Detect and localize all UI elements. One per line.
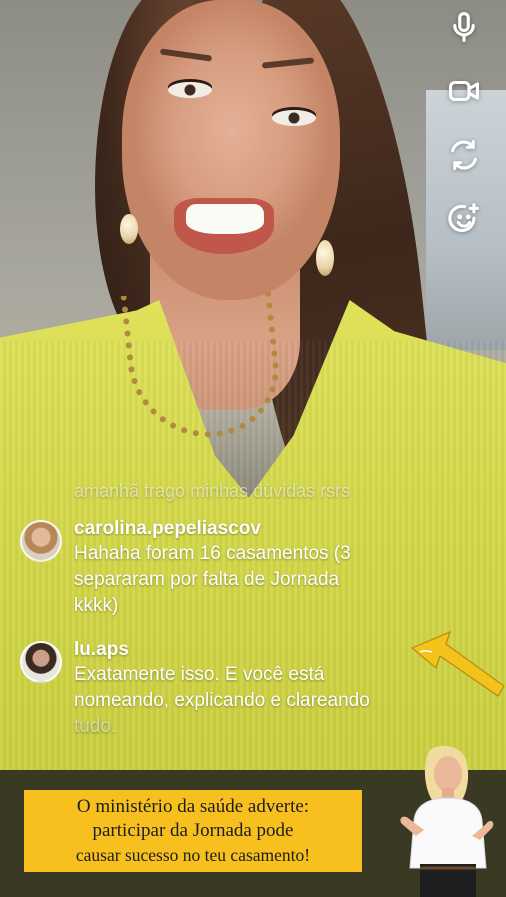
comment-text-line: Hahaha foram 16 casamentos (3 [74, 543, 351, 564]
comment-body: lu.aps Exatamente isso. E você está nome… [74, 639, 370, 739]
left-earring [120, 214, 138, 244]
comment-text-line: Exatamente isso. E você está [74, 664, 325, 685]
arrow-sticker [410, 630, 505, 697]
previous-comment: amanhã trago minhas dúvidas rsrs [74, 481, 351, 501]
interpreter-figure [400, 745, 494, 897]
left-eye [168, 82, 212, 98]
face [122, 0, 340, 300]
caption-line-1: O ministério da saúde adverte: [76, 796, 310, 817]
comment-body: carolina.pepeliascov Hahaha foram 16 cas… [74, 518, 351, 618]
comment-username[interactable]: carolina.pepeliascov [74, 518, 351, 540]
comment-text-line: tudo. [74, 716, 117, 737]
microphone-icon[interactable] [445, 8, 483, 46]
warning-caption: O ministério da saúde adverte: participa… [24, 790, 362, 872]
comment-username[interactable]: lu.aps [74, 639, 370, 661]
comment-text-line: nomeando, explicando e clareando [74, 690, 370, 711]
video-camera-icon[interactable] [445, 72, 483, 110]
right-eye [272, 110, 316, 126]
comment-item: carolina.pepeliascov Hahaha foram 16 cas… [20, 518, 440, 618]
avatar[interactable] [20, 641, 62, 683]
caption-line-3: causar sucesso no teu casamento! [75, 845, 311, 865]
comment-item: lu.aps Exatamente isso. E você está nome… [20, 639, 440, 739]
caption-line-2: participar da Jornada pode [92, 820, 294, 841]
flip-camera-icon[interactable] [445, 136, 483, 174]
teeth [186, 204, 264, 234]
right-earring [316, 240, 334, 276]
comment-text-line: separaram por falta de Jornada [74, 569, 340, 590]
avatar[interactable] [20, 520, 62, 562]
live-controls [444, 8, 484, 238]
face-effects-icon[interactable] [445, 200, 483, 238]
comment-text-line: kkkk) [74, 595, 119, 616]
